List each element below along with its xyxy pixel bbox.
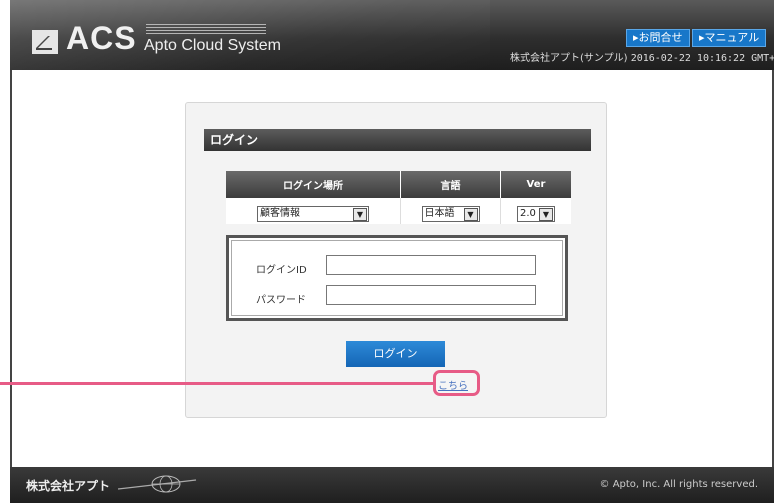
column-language: 言語 (400, 171, 501, 198)
version-select[interactable]: 2.0 ▼ (517, 205, 555, 222)
language-select[interactable]: 日本語 ▼ (421, 205, 480, 222)
location-select[interactable]: 顧客情報 ▼ (257, 205, 369, 222)
login-title: ログイン (204, 129, 591, 151)
annotation-pointer-line (0, 382, 434, 385)
logo-subtitle: Apto Cloud System (144, 37, 281, 54)
login-id-input[interactable] (326, 255, 536, 275)
apto-globe-logo-icon (118, 475, 197, 493)
chevron-down-icon: ▼ (463, 207, 478, 221)
timestamp: 2016-02-22 10:16:22 GMT+09:00 (630, 53, 774, 64)
manual-button[interactable]: ▸マニュアル (692, 29, 767, 47)
version-cell: 2.0 ▼ (500, 198, 571, 224)
here-link[interactable]: こちら (438, 377, 468, 392)
footer-bar: 株式会社アプト © Apto, Inc. All rights reserved… (10, 467, 774, 503)
chevron-down-icon: ▼ (353, 207, 367, 221)
copyright-text: © Apto, Inc. All rights reserved. (599, 479, 758, 490)
logo-text: ACS (66, 20, 137, 56)
acs-logo-icon (32, 30, 58, 54)
login-button[interactable]: ログイン (346, 341, 445, 367)
left-border (10, 70, 12, 503)
credentials-box: ログインID パスワード (226, 235, 568, 321)
column-version: Ver (500, 171, 571, 198)
login-panel: ログイン ログイン場所 言語 Ver 顧客情報 ▼ 日本語 ▼ 2.0 ▼ ログ… (185, 102, 607, 418)
language-cell: 日本語 ▼ (400, 198, 501, 224)
password-label: パスワード (256, 295, 306, 306)
company-info: 株式会社アプト(サンプル) 2016-02-22 10:16:22 GMT+09… (510, 49, 774, 64)
location-select-value: 顧客情報 (260, 207, 300, 219)
company-name: 株式会社アプト(サンプル) (510, 53, 628, 64)
password-input[interactable] (326, 285, 536, 305)
login-id-label: ログインID (256, 265, 307, 276)
login-settings-table: ログイン場所 言語 Ver 顧客情報 ▼ 日本語 ▼ 2.0 ▼ (226, 171, 571, 224)
header-bar: ACS Apto Cloud System ▸お問合せ ▸マニュアル 株式会社ア… (10, 0, 774, 70)
language-select-value: 日本語 (424, 207, 455, 219)
contact-button[interactable]: ▸お問合せ (626, 29, 690, 47)
logo-lines (146, 24, 266, 36)
footer-company: 株式会社アプト (26, 479, 111, 493)
chevron-down-icon: ▼ (539, 207, 553, 221)
location-cell: 顧客情報 ▼ (226, 198, 401, 224)
version-select-value: 2.0 (520, 207, 536, 219)
column-location: ログイン場所 (226, 171, 401, 198)
